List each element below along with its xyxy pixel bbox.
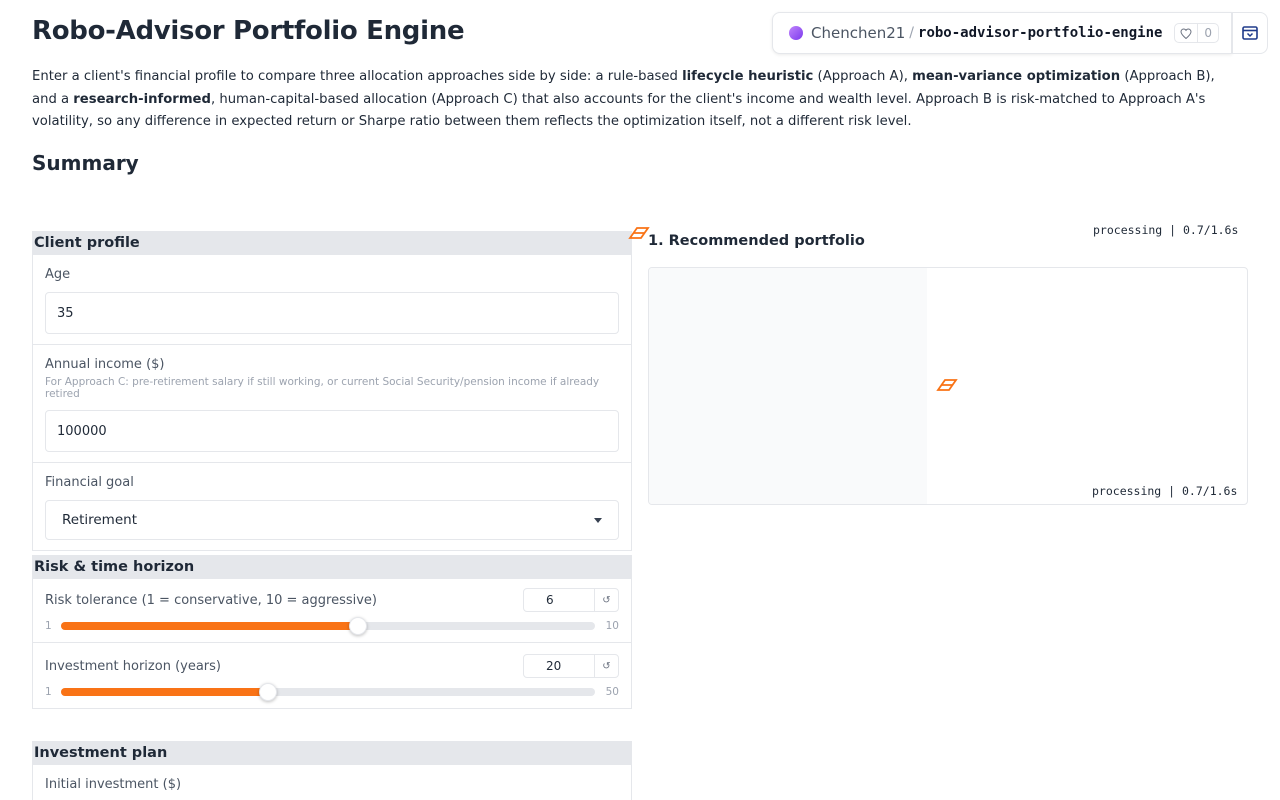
- reset-icon[interactable]: ↺: [594, 655, 618, 677]
- chevron-down-icon: [594, 517, 602, 523]
- investment-horizon-value[interactable]: 20: [524, 655, 594, 677]
- space-avatar: [789, 26, 803, 40]
- risk-tolerance-value[interactable]: 6: [524, 589, 594, 611]
- group-heading: Client profile: [33, 232, 631, 254]
- collapse-header-button[interactable]: [1232, 12, 1268, 54]
- space-header-badge[interactable]: Chenchen21 / robo-advisor-portfolio-engi…: [772, 12, 1232, 54]
- intro-description: Enter a client's financial profile to co…: [32, 69, 1215, 129]
- slider-max-label: 50: [605, 686, 619, 698]
- risk-tolerance-slider[interactable]: [61, 617, 595, 635]
- heart-icon: [1175, 24, 1199, 42]
- income-info: For Approach C: pre-retirement salary if…: [45, 376, 600, 400]
- investment-horizon-number-input[interactable]: 20 ↺: [523, 654, 619, 678]
- slider-min-label: 1: [45, 620, 52, 632]
- space-owner-link[interactable]: Chenchen21: [811, 24, 905, 42]
- slider-min-label: 1: [45, 686, 52, 698]
- like-count: 0: [1204, 26, 1212, 40]
- investment-horizon-field: Investment horizon (years) 20 ↺ 1 50: [33, 642, 631, 708]
- like-button[interactable]: 0: [1174, 23, 1219, 43]
- age-field: Age 35: [33, 254, 631, 344]
- investment-horizon-slider[interactable]: [61, 683, 595, 701]
- processing-status: processing | 0.7/1.6s: [1093, 223, 1239, 237]
- group-heading: Investment plan: [33, 742, 631, 764]
- investment-horizon-label: Investment horizon (years): [45, 658, 221, 674]
- recommended-portfolio-title: 1. Recommended portfolio: [648, 233, 865, 249]
- goal-dropdown[interactable]: Retirement: [45, 500, 619, 540]
- plot-placeholder: [649, 268, 927, 504]
- processing-status: processing | 0.7/1.6s: [1092, 484, 1238, 498]
- initial-investment-field: Initial investment ($): [33, 764, 631, 800]
- age-label: Age: [45, 267, 71, 282]
- loading-spinner-icon: [936, 379, 958, 391]
- goal-field: Financial goal Retirement: [33, 462, 631, 550]
- slider-thumb[interactable]: [259, 683, 278, 701]
- loading-spinner-icon: [628, 227, 650, 239]
- client-profile-group: Client profile Age 35 Annual income ($) …: [32, 231, 632, 551]
- income-input[interactable]: 100000: [45, 410, 619, 452]
- recommended-portfolio-plot: processing | 0.7/1.6s: [648, 267, 1248, 505]
- slider-fill: [61, 688, 269, 696]
- income-label: Annual income ($): [45, 357, 165, 372]
- risk-tolerance-number-input[interactable]: 6 ↺: [523, 588, 619, 612]
- goal-selected-value: Retirement: [62, 512, 137, 528]
- space-separator: /: [909, 25, 915, 41]
- risk-horizon-group: Risk & time horizon Risk tolerance (1 = …: [32, 555, 632, 709]
- window-collapse-icon: [1242, 26, 1258, 40]
- income-field: Annual income ($) For Approach C: pre-re…: [33, 344, 631, 462]
- space-repo-link[interactable]: robo-advisor-portfolio-engine: [918, 25, 1162, 41]
- group-heading: Risk & time horizon: [33, 556, 631, 578]
- risk-tolerance-label: Risk tolerance (1 = conservative, 10 = a…: [45, 592, 377, 608]
- slider-thumb[interactable]: [348, 617, 367, 635]
- page-title: Robo-Advisor Portfolio Engine: [32, 16, 465, 46]
- slider-fill: [61, 622, 358, 630]
- age-input[interactable]: 35: [45, 292, 619, 334]
- investment-plan-group: Investment plan Initial investment ($): [32, 741, 632, 800]
- summary-heading: Summary: [32, 151, 139, 175]
- initial-investment-label: Initial investment ($): [45, 777, 182, 792]
- slider-max-label: 10: [605, 620, 619, 632]
- risk-tolerance-field: Risk tolerance (1 = conservative, 10 = a…: [33, 578, 631, 642]
- reset-icon[interactable]: ↺: [594, 589, 618, 611]
- goal-label: Financial goal: [45, 475, 134, 490]
